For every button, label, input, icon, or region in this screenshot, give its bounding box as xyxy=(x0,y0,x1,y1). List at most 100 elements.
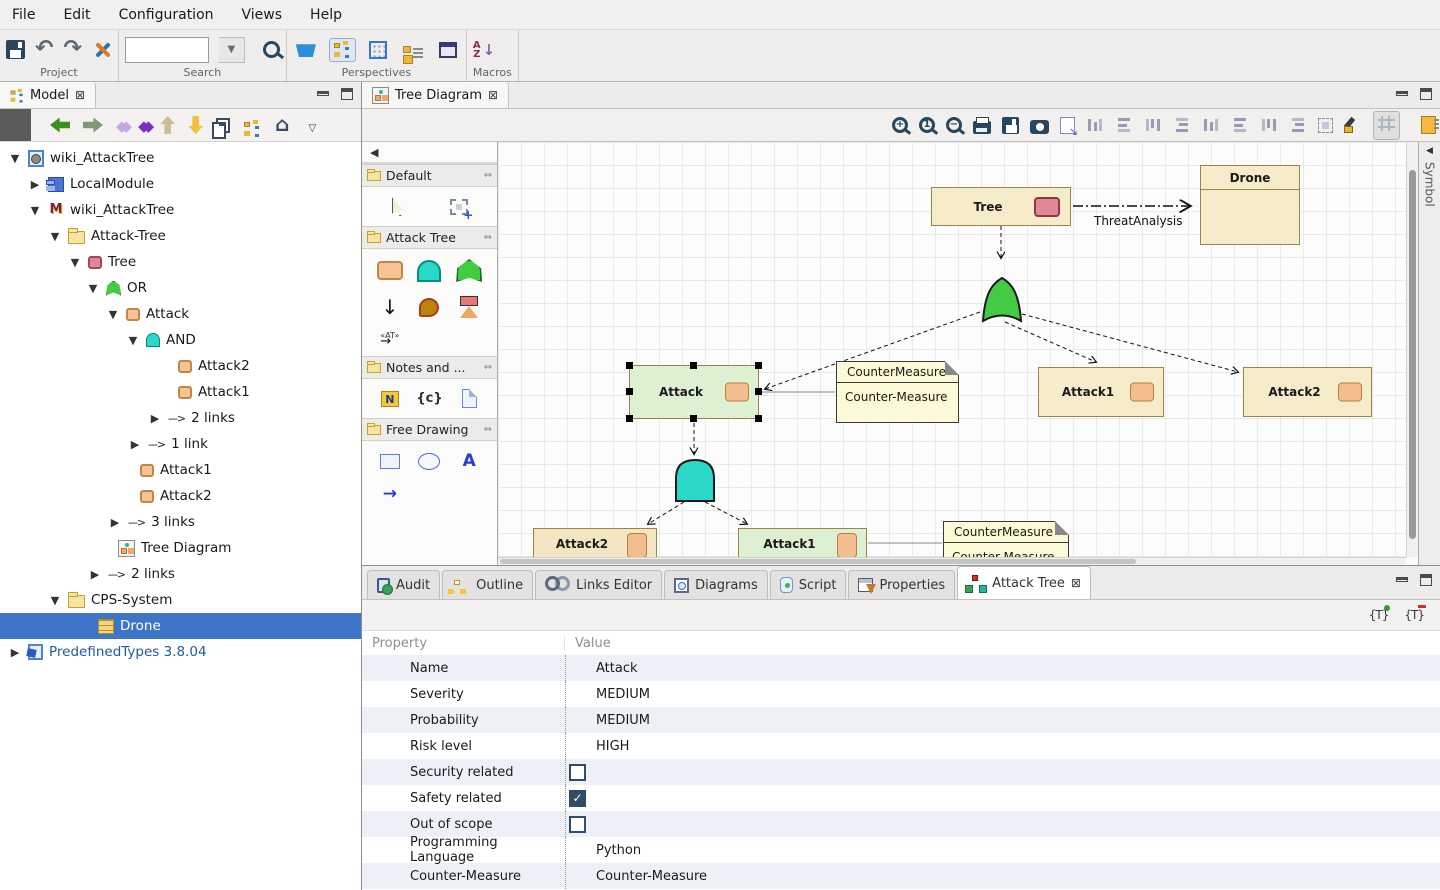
maximize-icon[interactable] xyxy=(1420,88,1432,100)
view-menu-icon[interactable] xyxy=(308,116,316,135)
or-gate-tool-icon[interactable] xyxy=(456,259,482,282)
property-row-safety-related[interactable]: Safety related xyxy=(362,785,1440,811)
collapse-arrow-icon[interactable]: ▼ xyxy=(106,308,120,321)
model-tab-close-icon[interactable]: ⊠ xyxy=(75,88,85,102)
palette-section-free-drawing[interactable]: Free Drawing ⇔ xyxy=(362,418,497,441)
tab-properties[interactable]: Properties xyxy=(848,570,955,599)
same-size-icon[interactable] xyxy=(1260,117,1278,133)
section-collapse-icon[interactable]: ⇔ xyxy=(484,362,492,373)
at-link-tool-icon[interactable]: «AT» → xyxy=(380,332,399,346)
ellipse-tool-icon[interactable] xyxy=(418,453,440,470)
align-top-icon[interactable] xyxy=(1086,117,1104,133)
collapse-arrow-icon[interactable]: ▼ xyxy=(28,204,42,217)
collapse-arrow-icon[interactable]: ▼ xyxy=(8,152,22,165)
timer-tool-icon[interactable] xyxy=(459,296,479,318)
palette-section-default[interactable]: Default ⇔ xyxy=(362,164,497,187)
symbol-collapse-icon[interactable]: ◀ xyxy=(1426,146,1433,156)
palette-section-attack-tree[interactable]: Attack Tree ⇔ xyxy=(362,226,497,249)
symbol-tab-label[interactable]: Symbol xyxy=(1423,162,1437,207)
property-value[interactable]: Counter-Measure xyxy=(565,863,1440,889)
diagram-node-tree[interactable]: Tree xyxy=(931,187,1071,226)
palette-section-notes[interactable]: Notes and ... ⇔ xyxy=(362,356,497,379)
property-value[interactable]: HIGH xyxy=(565,733,1440,759)
collapse-arrow-icon[interactable]: ▼ xyxy=(86,282,100,295)
out-of-scope-checkbox[interactable] xyxy=(569,816,586,833)
sequence-arrow-tool-icon[interactable] xyxy=(381,295,398,319)
maximize-icon[interactable] xyxy=(1420,574,1432,586)
property-row-risk-level[interactable]: Risk levelHIGH xyxy=(362,733,1440,759)
menu-help[interactable]: Help xyxy=(310,7,342,23)
tree-item-and[interactable]: ▼AND xyxy=(0,327,361,353)
navigate-forward-icon[interactable] xyxy=(83,118,103,133)
tree-item-localmodule[interactable]: ▶LocalModule xyxy=(0,171,361,197)
collapse-all-icon[interactable] xyxy=(216,118,230,133)
tree-item-attack2[interactable]: Attack2 xyxy=(0,483,361,509)
diagram-node-drone[interactable]: Drone xyxy=(1200,165,1300,245)
section-collapse-icon[interactable]: ⇔ xyxy=(484,232,492,243)
center-vertical-icon[interactable] xyxy=(1202,117,1220,133)
sort-az-icon[interactable]: AZ↓ xyxy=(473,41,495,59)
property-value[interactable]: MEDIUM xyxy=(565,681,1440,707)
property-row-counter-measure[interactable]: Counter-MeasureCounter-Measure xyxy=(362,863,1440,889)
search-icon[interactable] xyxy=(263,41,280,58)
tree-item-attack1[interactable]: Attack1 xyxy=(0,379,361,405)
tab-tree-diagram[interactable]: Tree Diagram ⊠ xyxy=(362,82,509,108)
marquee-select-tool-icon[interactable] xyxy=(450,199,468,215)
vertical-scrollbar[interactable] xyxy=(1406,142,1418,557)
property-row-out-of-scope[interactable]: Out of scope xyxy=(362,811,1440,837)
home-icon[interactable] xyxy=(275,116,289,135)
collapse-arrow-icon[interactable]: ▼ xyxy=(48,594,62,607)
tree-view-icon[interactable] xyxy=(244,122,250,127)
minimize-icon[interactable] xyxy=(317,91,329,96)
minimize-icon[interactable] xyxy=(1396,577,1408,582)
tab-audit[interactable]: Audit xyxy=(367,570,440,599)
diagram-node-attack[interactable]: Attack xyxy=(629,365,759,419)
zoom-reset-icon[interactable]: 1 xyxy=(919,117,935,133)
tree-item-2-links[interactable]: ▶--->2 links xyxy=(0,561,361,587)
undo-icon[interactable] xyxy=(35,40,53,59)
bucket-perspective-icon[interactable] xyxy=(293,39,319,60)
tree-item-attack2[interactable]: Attack2 xyxy=(0,353,361,379)
minimize-icon[interactable] xyxy=(1396,91,1408,96)
page-tool-icon[interactable] xyxy=(462,389,477,408)
format-paint-icon[interactable] xyxy=(1344,117,1362,133)
tab-attack-tree[interactable]: Attack Tree⊠ xyxy=(957,566,1091,599)
tree-item-attack[interactable]: ▼Attack xyxy=(0,301,361,327)
toggle-grid-icon[interactable] xyxy=(1373,111,1400,140)
countermeasure-note-2[interactable]: CounterMeasure Counter-Measure xyxy=(943,521,1069,557)
tree-item-1-link[interactable]: ▶--->1 link xyxy=(0,431,361,457)
fit-selection-icon[interactable] xyxy=(1060,117,1075,134)
collapse-arrow-icon[interactable]: ▼ xyxy=(68,256,82,269)
expand-arrow-icon[interactable]: ▶ xyxy=(148,412,162,425)
list-perspective-icon[interactable] xyxy=(400,43,426,56)
expand-arrow-icon[interactable]: ▶ xyxy=(128,438,142,451)
tree-diagram-tab-close-icon[interactable]: ⊠ xyxy=(488,88,498,102)
property-row-security-related[interactable]: Security related xyxy=(362,759,1440,785)
diagram-canvas[interactable]: Tree Drone ThreatAnalysis Attack xyxy=(498,142,1406,557)
zoom-out-icon[interactable]: − xyxy=(946,117,962,133)
selection-handle[interactable] xyxy=(690,362,697,369)
menu-configuration[interactable]: Configuration xyxy=(119,7,214,23)
tree-item-cps-system[interactable]: ▼CPS-System xyxy=(0,587,361,613)
countermeasure-bubble-tool-icon[interactable] xyxy=(419,298,439,317)
diagram-node-attack2-bottom[interactable]: Attack2 xyxy=(533,528,657,557)
tools-icon[interactable] xyxy=(92,40,112,60)
property-row-name[interactable]: NameAttack xyxy=(362,655,1440,681)
property-row-programming-language[interactable]: Programming LanguagePython xyxy=(362,837,1440,863)
selection-handle[interactable] xyxy=(755,362,762,369)
tree-item-or[interactable]: ▼OR xyxy=(0,275,361,301)
security-related-checkbox[interactable] xyxy=(569,764,586,781)
move-up-icon[interactable] xyxy=(160,116,175,134)
selection-handle[interactable] xyxy=(755,415,762,422)
tree-item-wiki-attacktree[interactable]: ▼wiki_AttackTree xyxy=(0,197,361,223)
or-gate[interactable] xyxy=(980,276,1024,323)
diagram-node-attack1-top[interactable]: Attack1 xyxy=(1038,367,1164,417)
and-gate-tool-icon[interactable] xyxy=(417,260,441,282)
property-row-severity[interactable]: SeverityMEDIUM xyxy=(362,681,1440,707)
safety-related-checkbox[interactable] xyxy=(569,790,586,807)
crop-icon[interactable] xyxy=(1318,118,1333,133)
diagram-node-attack1-bottom[interactable]: Attack1 xyxy=(738,528,867,557)
constraint-tool-icon[interactable]: {c} xyxy=(416,391,442,406)
tree-item-attack-tree[interactable]: ▼Attack-Tree xyxy=(0,223,361,249)
tab-outline[interactable]: Outline xyxy=(442,570,533,599)
